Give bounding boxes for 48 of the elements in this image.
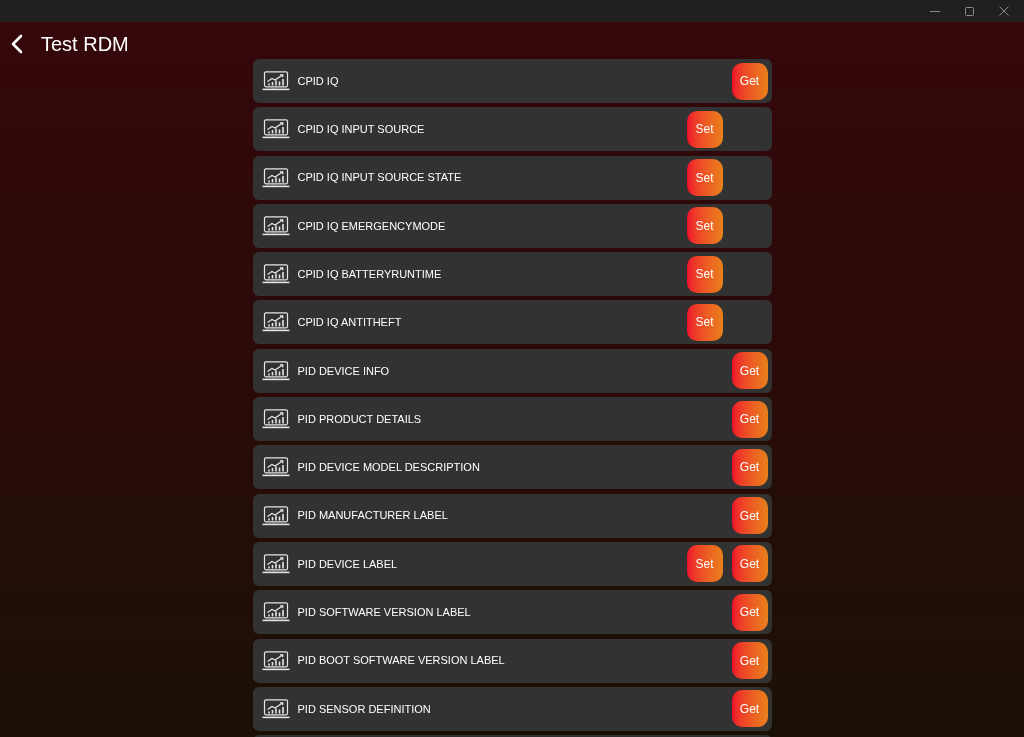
laptop-chart-icon bbox=[261, 602, 290, 623]
set-button[interactable]: Set bbox=[686, 304, 723, 341]
get-button[interactable]: Get bbox=[731, 352, 768, 390]
laptop-chart-icon bbox=[261, 457, 290, 478]
get-button[interactable]: Get bbox=[731, 642, 768, 680]
minimize-icon bbox=[930, 10, 940, 12]
row-label: CPID IQ INPUT SOURCE STATE bbox=[297, 170, 462, 186]
row-label: PID MANUFACTURER LABEL bbox=[297, 508, 448, 524]
laptop-chart-icon bbox=[261, 650, 290, 671]
set-button[interactable]: Set bbox=[686, 159, 723, 197]
laptop-chart-icon bbox=[261, 312, 290, 333]
row-label: CPID IQ ANTITHEFT bbox=[297, 315, 402, 331]
row-label: CPID IQ INPUT SOURCE bbox=[297, 122, 425, 138]
laptop-chart-icon bbox=[261, 119, 290, 140]
row-label: PID DEVICE MODEL DESCRIPTION bbox=[297, 460, 480, 476]
laptop-chart-icon bbox=[261, 698, 290, 719]
row-label: CPID IQ BATTERYRUNTIME bbox=[297, 266, 442, 282]
row-label: PID PRODUCT DETAILS bbox=[297, 411, 422, 427]
page-title: Test RDM bbox=[41, 32, 129, 57]
row-label: PID SENSOR DEFINITION bbox=[297, 701, 431, 717]
get-button[interactable]: Get bbox=[731, 690, 768, 728]
set-button[interactable]: Set bbox=[686, 545, 723, 583]
back-chevron-icon bbox=[10, 34, 23, 54]
row-label: CPID IQ EMERGENCYMODE bbox=[297, 218, 446, 234]
row-label: PID DEVICE LABEL bbox=[297, 556, 398, 572]
set-button[interactable]: Set bbox=[686, 207, 723, 245]
set-button[interactable]: Set bbox=[686, 255, 723, 293]
get-button[interactable]: Get bbox=[731, 62, 768, 100]
get-button[interactable]: Get bbox=[731, 448, 768, 486]
set-button[interactable]: Set bbox=[686, 110, 723, 148]
row-label: PID SOFTWARE VERSION LABEL bbox=[297, 605, 471, 620]
laptop-chart-icon bbox=[261, 264, 290, 285]
maximize-icon bbox=[964, 6, 974, 16]
row-label: PID BOOT SOFTWARE VERSION LABEL bbox=[297, 653, 505, 669]
laptop-chart-icon bbox=[261, 167, 290, 188]
get-button[interactable]: Get bbox=[731, 593, 768, 631]
laptop-chart-icon bbox=[261, 409, 290, 430]
row-label: CPID IQ bbox=[297, 73, 339, 89]
row-label: PID DEVICE INFO bbox=[297, 363, 390, 379]
get-button[interactable]: Get bbox=[731, 400, 768, 438]
laptop-chart-icon bbox=[261, 505, 290, 526]
laptop-chart-icon bbox=[261, 215, 290, 236]
get-button[interactable]: Get bbox=[731, 545, 768, 583]
laptop-chart-icon bbox=[261, 360, 290, 381]
close-icon bbox=[999, 6, 1009, 16]
laptop-chart-icon bbox=[261, 553, 290, 574]
laptop-chart-icon bbox=[261, 71, 290, 91]
get-button[interactable]: Get bbox=[731, 497, 768, 535]
